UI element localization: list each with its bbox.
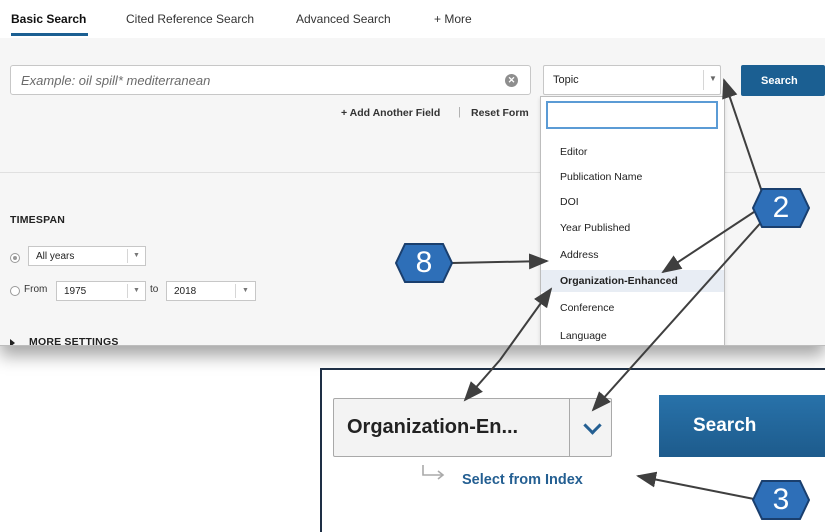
chevron-down-icon[interactable]	[583, 416, 602, 435]
select-divider	[127, 249, 128, 263]
select-divider	[127, 284, 128, 298]
tab-basic-search[interactable]: Basic Search	[11, 12, 86, 26]
callout-number: 8	[415, 246, 433, 279]
dropdown-item-publication-name[interactable]: Publication Name	[541, 166, 724, 188]
dropdown-search-input[interactable]	[546, 101, 718, 129]
active-tab-underline	[11, 33, 88, 36]
all-years-value: All years	[36, 251, 75, 262]
expand-triangle-icon[interactable]	[10, 339, 15, 345]
from-label: From	[24, 284, 48, 295]
web-of-science-search-panel: Basic Search Cited Reference Search Adva…	[0, 0, 825, 346]
to-year-value: 2018	[174, 286, 197, 297]
caret-down-icon[interactable]: ▼	[242, 287, 249, 294]
inset-field-value: Organization-En...	[347, 416, 519, 438]
dropdown-item-doi[interactable]: DOI	[541, 191, 724, 213]
inset-search-button[interactable]: Search	[659, 395, 825, 457]
timespan-title: TIMESPAN	[10, 214, 66, 226]
inset-field-select[interactable]: Organization-En...	[333, 398, 612, 457]
field-dropdown-list: Editor Publication Name DOI Year Publish…	[540, 96, 725, 345]
dropdown-item-year-published[interactable]: Year Published	[541, 217, 724, 239]
dropdown-item-editor[interactable]: Editor	[541, 141, 724, 163]
all-years-select[interactable]: All years ▼	[28, 246, 146, 266]
tab-advanced-search[interactable]: Advanced Search	[296, 12, 391, 26]
tab-more[interactable]: + More	[434, 12, 472, 26]
search-input[interactable]	[10, 65, 531, 95]
callout-2: 2	[752, 188, 810, 228]
from-radio[interactable]	[10, 286, 20, 296]
dropdown-item-organization-enhanced[interactable]: Organization-Enhanced	[541, 270, 724, 292]
add-another-field-link[interactable]: + Add Another Field	[341, 107, 440, 119]
return-arrow-icon	[422, 465, 445, 480]
select-divider	[703, 70, 704, 90]
select-from-index-link[interactable]: Select from Index	[462, 472, 583, 488]
clear-icon[interactable]: ✕	[505, 74, 518, 87]
caret-down-icon[interactable]: ▼	[133, 252, 140, 259]
caret-down-icon[interactable]: ▼	[133, 287, 140, 294]
dropdown-item-address[interactable]: Address	[541, 244, 724, 266]
callout-number: 3	[772, 483, 790, 516]
select-divider	[569, 399, 570, 456]
reset-form-link[interactable]: Reset Form	[471, 107, 529, 119]
search-button[interactable]: Search	[741, 65, 825, 96]
callout-8: 8	[395, 243, 453, 283]
from-year-value: 1975	[64, 286, 87, 297]
caret-down-icon[interactable]: ▼	[709, 74, 717, 83]
dropdown-item-language[interactable]: Language	[541, 325, 724, 345]
select-divider	[235, 284, 236, 298]
dropdown-item-conference[interactable]: Conference	[541, 297, 724, 319]
to-year-select[interactable]: 2018 ▼	[166, 281, 256, 301]
zoomed-inset: Organization-En... Search Select from In…	[320, 368, 825, 532]
more-settings-link[interactable]: MORE SETTINGS	[29, 336, 119, 345]
callout-number: 2	[772, 191, 790, 224]
field-select-value: Topic	[553, 74, 579, 86]
field-select[interactable]: Topic ▼	[543, 65, 721, 95]
to-label: to	[150, 284, 159, 295]
from-year-select[interactable]: 1975 ▼	[56, 281, 146, 301]
tab-bar: Basic Search Cited Reference Search Adva…	[0, 0, 825, 39]
link-separator: |	[458, 106, 461, 118]
callout-3: 3	[752, 480, 810, 520]
all-years-radio[interactable]	[10, 253, 20, 263]
tab-cited-reference-search[interactable]: Cited Reference Search	[126, 12, 254, 26]
